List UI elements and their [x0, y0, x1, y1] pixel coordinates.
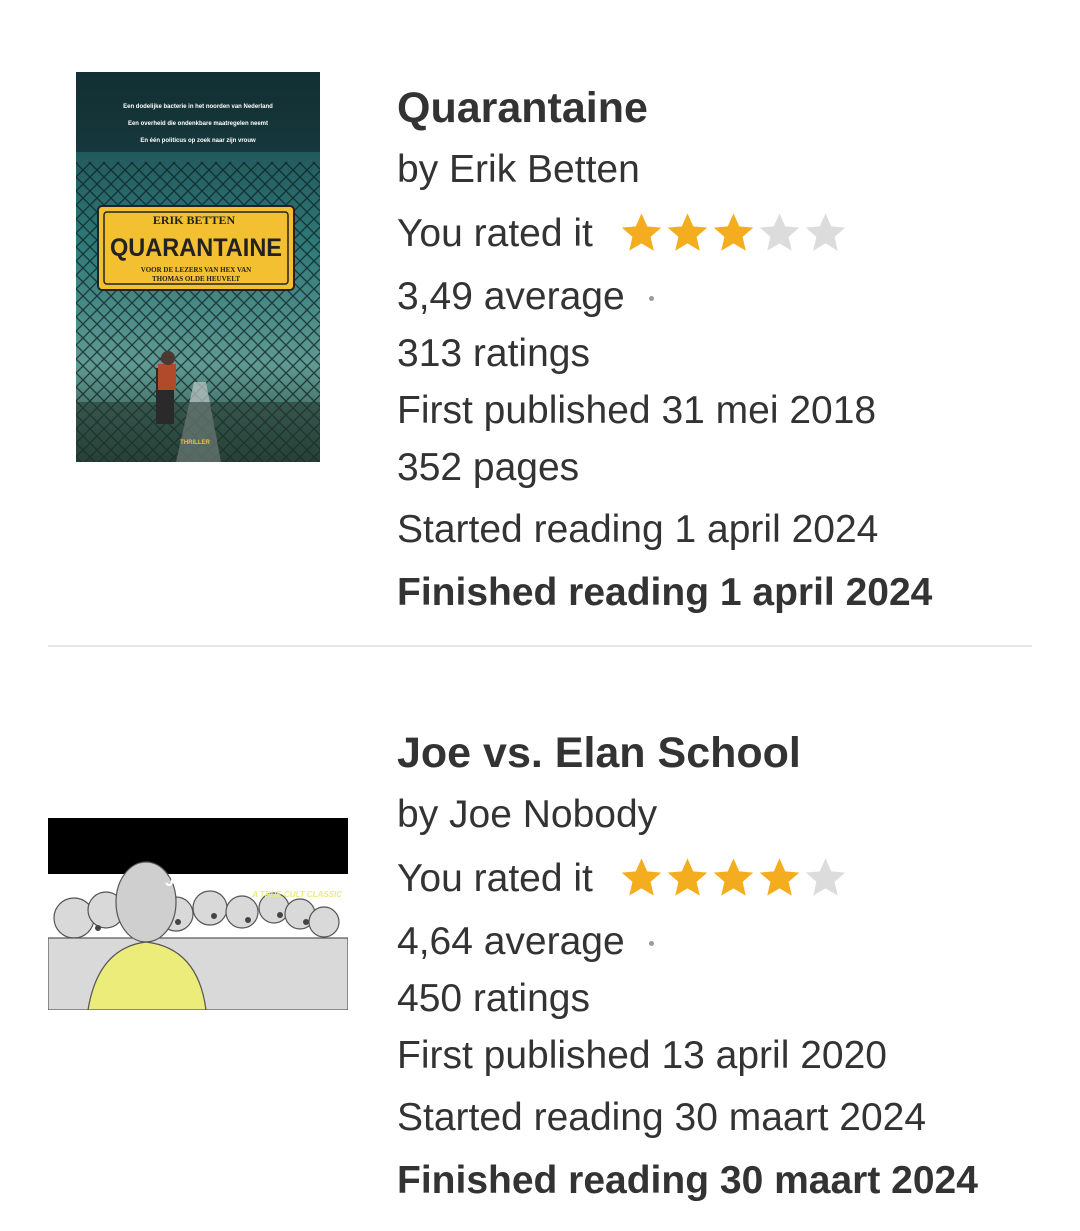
average-rating: 3,49 average: [397, 268, 932, 325]
star-filled-icon[interactable]: [711, 855, 756, 900]
finished-reading: Finished reading 1 april 2024: [397, 571, 933, 614]
cover-line-3: En één politicus op zoek naar zijn vrouw: [140, 138, 256, 144]
cover-title: QUARANTAINE: [110, 234, 282, 262]
star-filled-icon[interactable]: [619, 210, 664, 255]
star-rating[interactable]: [619, 855, 849, 900]
star-empty-icon[interactable]: [803, 210, 848, 255]
cover-art: Een dodelijke bacterie in het noorden va…: [76, 72, 320, 462]
book-title[interactable]: Quarantaine: [397, 80, 932, 137]
rated-label: You rated it: [397, 857, 593, 900]
cover-sub-1: VOOR DE LEZERS VAN HEX VAN: [141, 266, 251, 274]
first-published: First published 13 april 2020: [397, 1034, 887, 1077]
book-author[interactable]: by Joe Nobody: [397, 785, 978, 845]
average-text: 3,49 average: [397, 275, 625, 318]
book-cover[interactable]: JOE VS ELAN SCHOOL A TRUE CULT CLASSIC: [48, 818, 348, 1010]
started-reading: Started reading 30 maart 2024: [397, 1096, 927, 1139]
user-rating: You rated it: [397, 200, 932, 268]
star-rating[interactable]: [619, 210, 849, 255]
cover-subtitle: A TRUE CULT CLASSIC: [251, 890, 342, 899]
started-reading: Started reading 1 april 2024: [397, 508, 879, 551]
cover-line-2: Een overheid die ondenkbare maatregelen …: [128, 121, 268, 127]
dot-separator: [648, 941, 654, 946]
cover-title: JOE VS ELAN SCHOOL: [165, 873, 344, 890]
rated-label: You rated it: [397, 212, 593, 255]
user-rating: You rated it: [397, 845, 978, 913]
dot-separator: [648, 296, 654, 301]
star-filled-icon[interactable]: [665, 210, 710, 255]
star-filled-icon[interactable]: [711, 210, 756, 255]
book-info: Joe vs. Elan School by Joe Nobody You ra…: [397, 725, 978, 1209]
star-empty-icon[interactable]: [757, 210, 802, 255]
book-info: Quarantaine by Erik Betten You rated it …: [397, 80, 932, 621]
page-count: 352 pages: [397, 446, 580, 489]
book-title[interactable]: Joe vs. Elan School: [397, 725, 978, 782]
cover-author: ERIK BETTEN: [153, 213, 236, 227]
star-filled-icon[interactable]: [757, 855, 802, 900]
average-text: 4,64 average: [397, 920, 625, 963]
book-cover[interactable]: Een dodelijke bacterie in het noorden va…: [76, 72, 320, 462]
cover-sub-2: THOMAS OLDE HEUVELT: [152, 275, 240, 283]
average-rating: 4,64 average: [397, 913, 978, 970]
ratings-count: 313 ratings: [397, 332, 590, 375]
star-filled-icon[interactable]: [665, 855, 710, 900]
book-author[interactable]: by Erik Betten: [397, 140, 932, 200]
star-filled-icon[interactable]: [619, 855, 664, 900]
ratings-count: 450 ratings: [397, 977, 590, 1020]
cover-genre: THRILLER: [180, 440, 210, 446]
book-row-quarantaine[interactable]: Een dodelijke bacterie in het noorden va…: [0, 0, 1080, 645]
star-empty-icon[interactable]: [803, 855, 848, 900]
first-published: First published 31 mei 2018: [397, 389, 877, 432]
cover-line-1: Een dodelijke bacterie in het noorden va…: [123, 104, 273, 110]
book-row-joe-vs-elan-school[interactable]: JOE VS ELAN SCHOOL A TRUE CULT CLASSIC J…: [0, 647, 1080, 1231]
finished-reading: Finished reading 30 maart 2024: [397, 1159, 978, 1202]
cover-art: JOE VS ELAN SCHOOL A TRUE CULT CLASSIC: [48, 818, 348, 1010]
